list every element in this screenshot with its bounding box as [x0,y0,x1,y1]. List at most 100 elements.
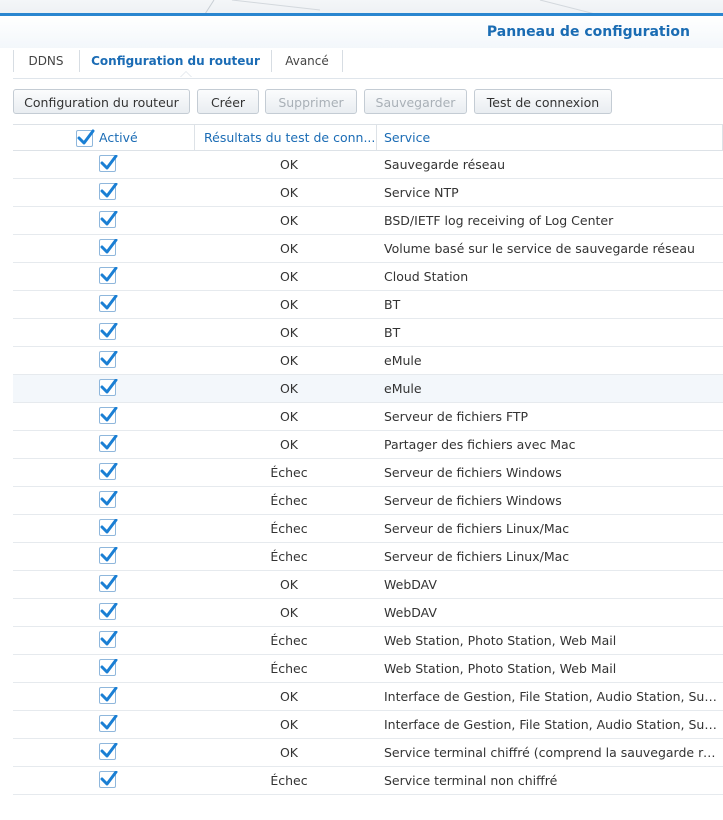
enabled-checkbox[interactable] [99,435,118,452]
row-service: WebDAV [384,605,437,620]
row-enabled-cell [99,603,119,623]
checkmark-icon [100,743,118,758]
enabled-checkbox[interactable] [99,379,118,396]
enabled-checkbox[interactable] [99,659,118,676]
column-header-service[interactable]: Service [384,125,714,151]
table-row[interactable]: OK WebDAV [13,599,723,627]
checkmark-icon [100,491,118,506]
table-row[interactable]: OK Cloud Station [13,263,723,291]
table-row[interactable]: Échec Serveur de fichiers Windows [13,459,723,487]
checkmark-icon [100,351,118,366]
row-service: BT [384,297,401,312]
column-header-result[interactable]: Résultats du test de conn... [204,125,376,151]
row-result: OK [279,241,299,256]
checkmark-icon [100,155,118,170]
row-service: WebDAV [384,577,437,592]
table-row[interactable]: OK eMule [13,375,723,403]
row-result: OK [279,213,299,228]
enabled-checkbox[interactable] [99,267,118,284]
row-result: OK [279,605,299,620]
table-row[interactable]: OK Serveur de fichiers FTP [13,403,723,431]
table-row[interactable]: OK Service NTP [13,179,723,207]
select-all-checkbox[interactable] [76,129,95,147]
table-row[interactable]: OK Interface de Gestion, File Station, Au… [13,711,723,739]
enabled-checkbox[interactable] [99,211,118,228]
row-service: Serveur de fichiers FTP [384,409,529,424]
enabled-checkbox[interactable] [99,407,118,424]
checkmark-icon [100,575,118,590]
row-enabled-cell [99,407,119,427]
row-enabled-cell [99,351,119,371]
table-row[interactable]: OK Service terminal chiffré (comprend la … [13,739,723,767]
save-button[interactable]: Sauvegarder [364,89,467,114]
row-enabled-cell [99,631,119,651]
row-enabled-cell [99,519,119,539]
table-row[interactable]: OK Volume basé sur le service de sauvegar… [13,235,723,263]
column-header-enabled[interactable]: Activé [99,125,194,151]
table-row[interactable]: OK Sauvegarde réseau [13,151,723,179]
create-button[interactable]: Créer [197,89,259,114]
row-result: OK [279,689,299,704]
row-enabled-cell [99,435,119,455]
enabled-checkbox[interactable] [99,239,118,256]
enabled-checkbox[interactable] [99,743,118,760]
service-list: OK Sauvegarde réseau OK Service NTP OK BSD/IE… [13,151,723,795]
table-row[interactable]: OK BT [13,319,723,347]
enabled-checkbox[interactable] [99,351,118,368]
tab-divider [342,50,343,72]
enabled-checkbox[interactable] [99,603,118,620]
row-service: eMule [384,381,422,396]
row-result: OK [279,409,299,424]
row-enabled-cell [99,211,119,231]
table-row[interactable]: OK BSD/IETF log receiving of Log Center [13,207,723,235]
enabled-checkbox[interactable] [99,687,118,704]
test-connection-button[interactable]: Test de connexion [474,89,612,114]
enabled-checkbox[interactable] [99,547,118,564]
row-result: Échec [270,465,308,480]
enabled-checkbox[interactable] [99,295,118,312]
row-result: OK [279,157,299,172]
table-row[interactable]: Échec Serveur de fichiers Linux/Mac [13,515,723,543]
row-result: Échec [270,549,308,564]
row-service: Serveur de fichiers Windows [384,493,562,508]
row-enabled-cell [99,687,119,707]
table-row[interactable]: OK Interface de Gestion, File Station, Au… [13,683,723,711]
checkmark-icon [100,715,118,730]
enabled-checkbox[interactable] [99,519,118,536]
enabled-checkbox[interactable] [99,183,118,200]
enabled-checkbox[interactable] [99,715,118,732]
enabled-checkbox[interactable] [99,323,118,340]
enabled-checkbox[interactable] [99,155,118,172]
table-row[interactable]: OK BT [13,291,723,319]
enabled-checkbox[interactable] [99,463,118,480]
desktop-backdrop [0,0,723,14]
enabled-checkbox[interactable] [99,631,118,648]
tab-advanced[interactable]: Avancé [272,48,342,74]
table-row[interactable]: OK eMule [13,347,723,375]
enabled-checkbox[interactable] [99,771,118,788]
checkmark-icon [100,211,118,226]
table-row[interactable]: Échec Serveur de fichiers Linux/Mac [13,543,723,571]
checkmark-icon [100,239,118,254]
window-header: Panneau de configuration [0,16,723,48]
table-row[interactable]: Échec Web Station, Photo Station, Web Mai… [13,655,723,683]
row-service: Serveur de fichiers Windows [384,465,562,480]
row-enabled-cell [99,239,119,259]
table-row[interactable]: Échec Serveur de fichiers Windows [13,487,723,515]
table-row[interactable]: OK Partager des fichiers avec Mac [13,431,723,459]
row-enabled-cell [99,323,119,343]
table-row[interactable]: Échec Web Station, Photo Station, Web Mai… [13,627,723,655]
router-config-button[interactable]: Configuration du routeur [13,89,190,114]
tab-router-config[interactable]: Configuration du routeur [80,48,271,74]
row-result: OK [279,745,299,760]
checkmark-icon [100,183,118,198]
delete-button[interactable]: Supprimer [265,89,357,114]
checkmark-icon [100,603,118,618]
table-row[interactable]: Échec Service terminal non chiffré [13,767,723,795]
tab-bar: DDNS Configuration du routeur Avancé [13,48,723,79]
tab-ddns[interactable]: DDNS [13,48,79,74]
enabled-checkbox[interactable] [99,575,118,592]
table-row[interactable]: OK WebDAV [13,571,723,599]
checkmark-icon [100,463,118,478]
enabled-checkbox[interactable] [99,491,118,508]
